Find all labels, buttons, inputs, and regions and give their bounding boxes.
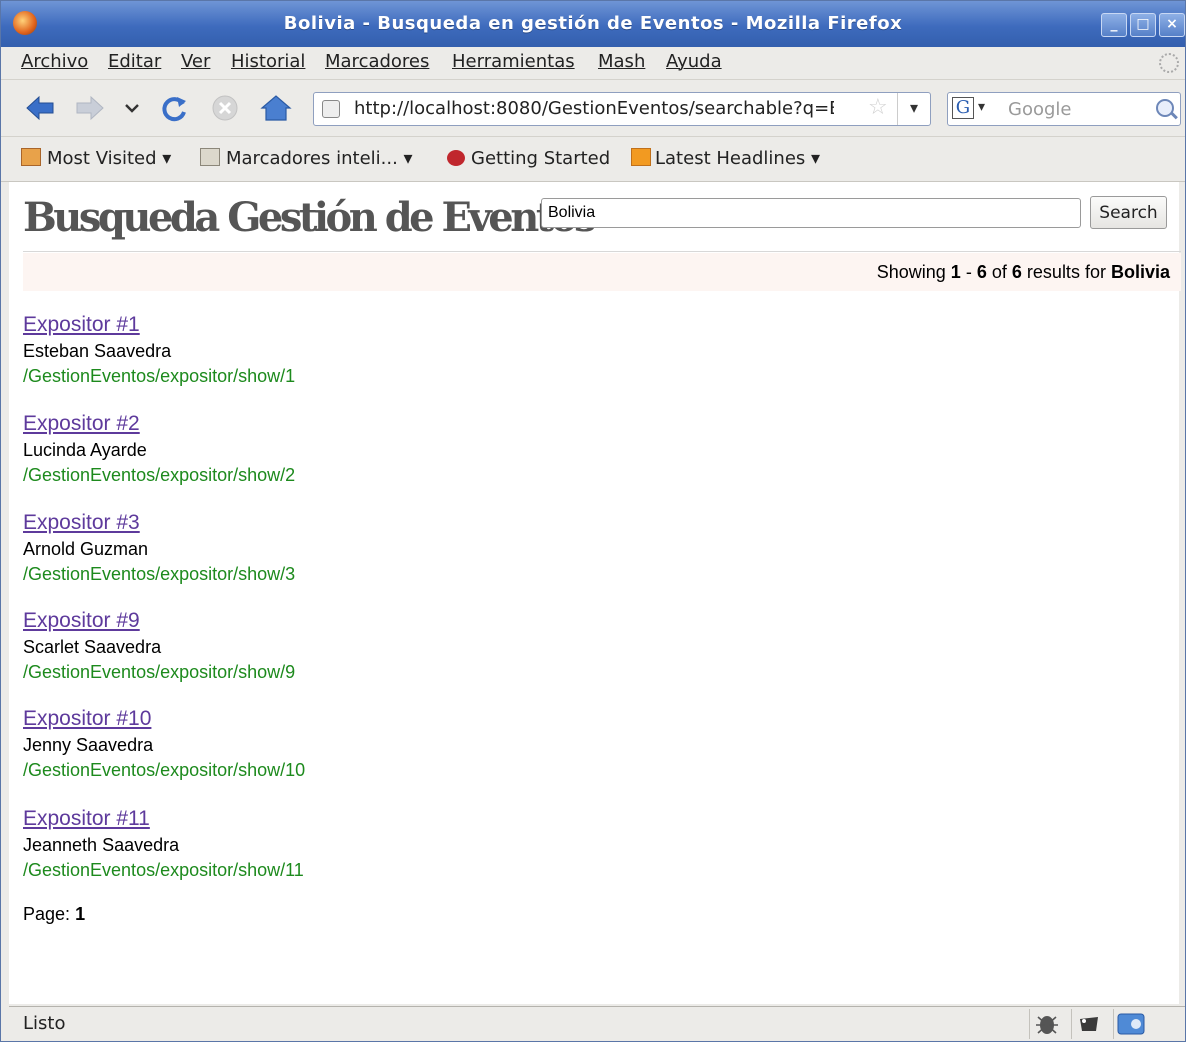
results-summary-bar: Showing 1 - 6 of 6 results for Bolivia xyxy=(23,253,1181,291)
summary-suffix: results for xyxy=(1026,262,1106,282)
back-arrow-icon[interactable] xyxy=(23,92,57,124)
close-button[interactable]: × xyxy=(1159,13,1185,37)
menu-historial[interactable]: Historial xyxy=(231,51,305,72)
result-title-link[interactable]: Expositor #10 xyxy=(23,705,305,733)
result-description: Jeanneth Saavedra xyxy=(23,835,180,855)
rss-feed-icon xyxy=(631,148,651,166)
history-dropdown-icon[interactable] xyxy=(119,92,145,124)
summary-from: 1 xyxy=(950,262,961,282)
current-page: 1 xyxy=(75,904,86,924)
google-engine-icon[interactable]: G xyxy=(952,97,974,119)
folder-icon xyxy=(21,148,41,166)
maximize-button[interactable]: □ xyxy=(1130,13,1156,37)
bookmark-label: Marcadores inteli... xyxy=(226,148,398,169)
minimize-button[interactable]: _ xyxy=(1101,13,1127,37)
result-item: Expositor #2 Lucinda Ayarde /GestionEven… xyxy=(23,410,295,488)
menu-ver[interactable]: Ver xyxy=(181,51,210,72)
search-button[interactable]: Search xyxy=(1090,196,1167,229)
result-title-link[interactable]: Expositor #3 xyxy=(23,509,295,537)
menu-herramientas[interactable]: Herramientas xyxy=(452,51,575,72)
web-search-box[interactable]: G ▾ Google xyxy=(947,92,1181,126)
folder-icon xyxy=(200,148,220,166)
page-brand-title: Busqueda Gestión de Eventos xyxy=(23,194,597,241)
result-title-link[interactable]: Expositor #1 xyxy=(23,311,295,339)
menu-editar[interactable]: Editar xyxy=(108,51,161,72)
result-title-link[interactable]: Expositor #2 xyxy=(23,410,295,438)
summary-total: 6 xyxy=(1011,262,1022,282)
result-description: Scarlet Saavedra xyxy=(23,637,162,657)
menu-bar: Archivo Editar Ver Historial Marcadores … xyxy=(1,47,1185,80)
result-url: /GestionEventos/expositor/show/9 xyxy=(23,662,296,682)
bookmark-label: Getting Started xyxy=(471,148,611,169)
home-icon[interactable] xyxy=(259,92,293,124)
result-title-link[interactable]: Expositor #9 xyxy=(23,607,295,635)
summary-to: 6 xyxy=(976,262,987,282)
status-bar: Listo xyxy=(9,1006,1185,1041)
web-search-placeholder[interactable]: Google xyxy=(1008,99,1071,120)
stop-icon[interactable] xyxy=(208,92,242,124)
menu-archivo[interactable]: Archivo xyxy=(21,51,88,72)
addon-status-icon[interactable] xyxy=(1113,1009,1148,1039)
result-item: Expositor #10 Jenny Saavedra /GestionEve… xyxy=(23,705,305,783)
summary-of: of xyxy=(991,262,1007,282)
firefox-bookmark-icon xyxy=(447,150,465,166)
greasemonkey-icon[interactable] xyxy=(1071,1009,1106,1039)
window-title: Bolivia - Busqueda en gestión de Eventos… xyxy=(283,13,903,34)
summary-term: Bolivia xyxy=(1110,262,1170,282)
magnifier-icon[interactable] xyxy=(1156,99,1174,117)
navigation-toolbar: http://localhost:8080/GestionEventos/sea… xyxy=(1,80,1185,137)
result-title-link[interactable]: Expositor #11 xyxy=(23,805,304,833)
bookmark-label: Most Visited xyxy=(47,148,157,169)
bookmark-marcadores-inteli[interactable]: Marcadores inteli... ▾ xyxy=(200,148,413,169)
bookmark-latest-headlines[interactable]: Latest Headlines ▾ xyxy=(631,148,820,169)
summary-prefix: Showing xyxy=(876,262,946,282)
result-description: Jenny Saavedra xyxy=(23,735,154,755)
menu-mash[interactable]: Mash xyxy=(598,51,645,72)
result-item: Expositor #1 Esteban Saavedra /GestionEv… xyxy=(23,311,295,389)
throbber-icon xyxy=(1159,53,1179,73)
title-bar: Bolivia - Busqueda en gestión de Eventos… xyxy=(1,1,1185,47)
result-url: /GestionEventos/expositor/show/2 xyxy=(23,465,296,485)
bookmark-label: Latest Headlines xyxy=(655,148,806,169)
url-bar[interactable]: http://localhost:8080/GestionEventos/sea… xyxy=(313,92,931,126)
results-summary: Showing 1 - 6 of 6 results for Bolivia xyxy=(877,262,1170,283)
bookmarks-toolbar: Most Visited ▾ Marcadores inteli... ▾ Ge… xyxy=(1,137,1185,182)
result-description: Esteban Saavedra xyxy=(23,341,172,361)
result-description: Lucinda Ayarde xyxy=(23,440,147,460)
url-text[interactable]: http://localhost:8080/GestionEventos/sea… xyxy=(354,98,834,119)
menu-marcadores[interactable]: Marcadores xyxy=(325,51,429,72)
bookmark-most-visited[interactable]: Most Visited ▾ xyxy=(21,148,171,169)
bookmark-getting-started[interactable]: Getting Started xyxy=(447,148,610,169)
result-description: Arnold Guzman xyxy=(23,539,149,559)
search-input[interactable] xyxy=(541,198,1081,228)
site-identity-icon[interactable] xyxy=(322,100,340,118)
menu-ayuda[interactable]: Ayuda xyxy=(666,51,722,72)
browser-window: Bolivia - Busqueda en gestión de Eventos… xyxy=(0,0,1186,1042)
bookmark-star-icon[interactable]: ☆ xyxy=(868,95,888,120)
forward-arrow-icon[interactable] xyxy=(73,92,107,124)
firebug-icon[interactable] xyxy=(1029,1009,1064,1039)
result-url: /GestionEventos/expositor/show/11 xyxy=(23,860,304,880)
result-url: /GestionEventos/expositor/show/3 xyxy=(23,564,296,584)
result-url: /GestionEventos/expositor/show/10 xyxy=(23,760,306,780)
pagination: Page: 1 xyxy=(23,904,85,925)
result-item: Expositor #11 Jeanneth Saavedra /Gestion… xyxy=(23,805,304,883)
page-content: Busqueda Gestión de Eventos Search Showi… xyxy=(9,182,1181,1004)
page-label: Page: xyxy=(23,904,71,924)
summary-dash: - xyxy=(965,262,972,282)
status-text: Listo xyxy=(23,1013,66,1034)
result-item: Expositor #3 Arnold Guzman /GestionEvent… xyxy=(23,509,295,587)
reload-icon[interactable] xyxy=(157,92,191,124)
engine-dropdown-icon[interactable]: ▾ xyxy=(978,99,985,115)
result-item: Expositor #9 Scarlet Saavedra /GestionEv… xyxy=(23,607,295,685)
url-dropdown-icon[interactable]: ▾ xyxy=(897,93,930,125)
header-divider xyxy=(23,251,1181,252)
result-url: /GestionEventos/expositor/show/1 xyxy=(23,366,296,386)
